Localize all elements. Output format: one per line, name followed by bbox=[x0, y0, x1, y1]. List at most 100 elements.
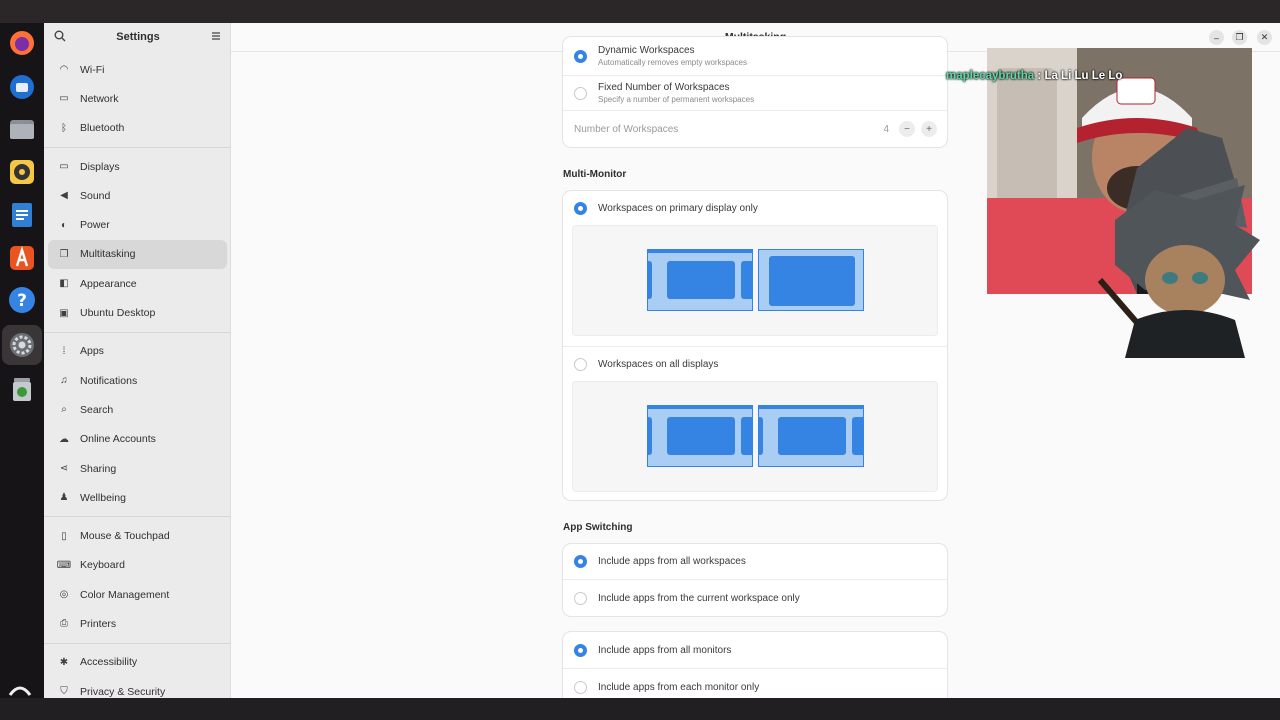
color-icon: ◎ bbox=[59, 589, 69, 601]
sidebar-item-ubuntu-desktop[interactable]: ▣ Ubuntu Desktop bbox=[48, 298, 227, 327]
appearance-icon: ◧ bbox=[59, 278, 69, 290]
all-workspaces-row[interactable]: Include apps from all workspaces bbox=[563, 544, 947, 579]
share-icon: ⋖ bbox=[59, 463, 69, 474]
sidebar-item-bluetooth[interactable]: ᛒ Bluetooth bbox=[48, 114, 227, 143]
sidebar-header: Settings bbox=[44, 23, 230, 51]
sidebar-item-label: Power bbox=[80, 219, 110, 232]
sidebar-item-multitasking[interactable]: ❐ Multitasking bbox=[48, 239, 227, 270]
primary-display-preview bbox=[572, 225, 938, 336]
app-center-icon[interactable] bbox=[6, 242, 38, 274]
dynamic-workspaces-sub: Automatically removes empty workspaces bbox=[598, 58, 747, 67]
all-displays-row[interactable]: Workspaces on all displays bbox=[563, 347, 947, 381]
sidebar: Settings ◠ Wi-Fi ▭ Network ᛒ Bluetooth ▭ Displa… bbox=[44, 23, 231, 698]
help-icon[interactable]: ? bbox=[6, 284, 38, 316]
ubuntu-desktop-icon: ▣ bbox=[59, 307, 69, 319]
number-of-workspaces-value[interactable]: 4 bbox=[883, 124, 889, 135]
apps-icon: ⁞ bbox=[62, 345, 66, 357]
power-icon: ◐ bbox=[60, 219, 68, 231]
number-of-workspaces-row: Number of Workspaces 4 − + bbox=[563, 111, 947, 147]
all-monitors-radio[interactable] bbox=[574, 643, 587, 657]
chat-separator: : bbox=[1034, 70, 1045, 82]
close-button[interactable]: ✕ bbox=[1257, 30, 1272, 45]
trash-icon[interactable] bbox=[6, 373, 38, 405]
files-icon[interactable] bbox=[6, 113, 38, 145]
multitasking-icon: ❐ bbox=[59, 248, 69, 260]
monitor-preview-left-all bbox=[647, 405, 753, 467]
minimize-button[interactable]: – bbox=[1209, 30, 1224, 45]
primary-display-radio[interactable] bbox=[574, 201, 587, 215]
sidebar-item-label: Accessibility bbox=[80, 656, 138, 669]
sidebar-item-keyboard[interactable]: ⌨ Keyboard bbox=[48, 551, 227, 580]
cloud-icon: ☁ bbox=[59, 433, 69, 445]
bluetooth-icon: ᛒ bbox=[61, 122, 67, 134]
sidebar-item-label: Wi-Fi bbox=[80, 63, 105, 76]
sidebar-item-label: Apps bbox=[80, 345, 104, 358]
increment-button[interactable]: + bbox=[921, 121, 937, 137]
each-monitor-radio[interactable] bbox=[574, 680, 587, 694]
all-monitors-label: Include apps from all monitors bbox=[598, 644, 732, 656]
number-of-workspaces-label: Number of Workspaces bbox=[574, 123, 679, 135]
accessibility-icon: ✱ bbox=[59, 656, 69, 668]
printer-icon: ⎙ bbox=[60, 618, 68, 630]
wifi-icon: ◠ bbox=[59, 64, 69, 76]
writer-icon[interactable] bbox=[6, 199, 38, 231]
sidebar-item-color-management[interactable]: ◎ Color Management bbox=[48, 580, 227, 609]
sidebar-item-label: Notifications bbox=[80, 374, 138, 387]
current-workspace-row[interactable]: Include apps from the current workspace … bbox=[563, 580, 947, 616]
settings-gear-icon[interactable] bbox=[2, 325, 42, 365]
svg-text:?: ? bbox=[17, 291, 27, 311]
top-bar bbox=[0, 0, 1280, 23]
fixed-workspaces-row[interactable]: Fixed Number of Workspaces Specify a num… bbox=[563, 76, 947, 110]
primary-display-label: Workspaces on primary display only bbox=[598, 202, 758, 214]
sidebar-item-sound[interactable]: ◀ Sound bbox=[48, 181, 227, 210]
chat-text: La Li Lu Le Lo bbox=[1044, 70, 1123, 82]
sidebar-item-wi-fi[interactable]: ◠ Wi-Fi bbox=[48, 55, 227, 84]
monitor-preview-right-all bbox=[758, 405, 864, 467]
app-switching-workspaces-card: Include apps from all workspaces Include… bbox=[563, 544, 947, 616]
sidebar-separator bbox=[44, 516, 231, 518]
sidebar-item-apps[interactable]: ⁞ Apps bbox=[48, 337, 227, 366]
fixed-workspaces-radio[interactable] bbox=[574, 86, 587, 100]
sidebar-item-label: Bluetooth bbox=[80, 122, 125, 135]
sidebar-item-printers[interactable]: ⎙ Printers bbox=[48, 609, 227, 638]
dynamic-workspaces-radio[interactable] bbox=[574, 49, 587, 63]
all-workspaces-radio[interactable] bbox=[574, 555, 587, 568]
firefox-icon[interactable] bbox=[6, 27, 38, 59]
maximize-button[interactable]: ❐ bbox=[1232, 30, 1247, 45]
sidebar-item-notifications[interactable]: ♫ Notifications bbox=[48, 366, 227, 395]
monitor-preview-right bbox=[758, 249, 864, 311]
current-workspace-radio[interactable] bbox=[574, 591, 587, 605]
decrement-button[interactable]: − bbox=[899, 121, 915, 137]
sidebar-item-label: Color Management bbox=[80, 588, 170, 601]
menu-icon[interactable] bbox=[210, 30, 222, 45]
sidebar-item-label: Keyboard bbox=[80, 559, 125, 572]
sidebar-item-sharing[interactable]: ⋖ Sharing bbox=[48, 454, 227, 483]
avatar-sticker bbox=[1097, 185, 1260, 358]
sidebar-item-network[interactable]: ▭ Network bbox=[48, 84, 227, 113]
thunderbird-icon[interactable] bbox=[6, 71, 38, 103]
sidebar-item-label: Privacy & Security bbox=[80, 685, 166, 698]
sidebar-separator bbox=[44, 146, 231, 148]
dynamic-workspaces-row[interactable]: Dynamic Workspaces Automatically removes… bbox=[563, 37, 947, 75]
all-displays-radio[interactable] bbox=[574, 357, 587, 371]
primary-display-row[interactable]: Workspaces on primary display only bbox=[563, 191, 947, 225]
sidebar-item-mouse-touchpad[interactable]: ▯ Mouse & Touchpad bbox=[48, 521, 227, 550]
network-icon: ▭ bbox=[59, 93, 69, 105]
bell-icon: ♫ bbox=[60, 375, 68, 387]
sidebar-item-accessibility[interactable]: ✱ Accessibility bbox=[48, 648, 227, 677]
sidebar-item-appearance[interactable]: ◧ Appearance bbox=[48, 269, 227, 298]
sidebar-item-wellbeing[interactable]: ♟ Wellbeing bbox=[48, 483, 227, 512]
each-monitor-label: Include apps from each monitor only bbox=[598, 681, 760, 693]
rhythmbox-icon[interactable] bbox=[6, 156, 38, 188]
sidebar-item-displays[interactable]: ▭ Displays bbox=[48, 152, 227, 181]
multi-monitor-heading: Multi-Monitor bbox=[563, 169, 627, 180]
sidebar-item-power[interactable]: ◐ Power bbox=[48, 210, 227, 239]
sidebar-item-search[interactable]: ⌕ Search bbox=[48, 395, 227, 424]
all-monitors-row[interactable]: Include apps from all monitors bbox=[563, 632, 947, 668]
fixed-workspaces-label: Fixed Number of Workspaces bbox=[598, 82, 730, 93]
sidebar-item-label: Mouse & Touchpad bbox=[80, 530, 170, 543]
search-icon[interactable] bbox=[54, 30, 66, 45]
sidebar-item-label: Search bbox=[80, 403, 114, 416]
sidebar-item-online-accounts[interactable]: ☁ Online Accounts bbox=[48, 425, 227, 454]
dock: ? bbox=[0, 23, 44, 698]
